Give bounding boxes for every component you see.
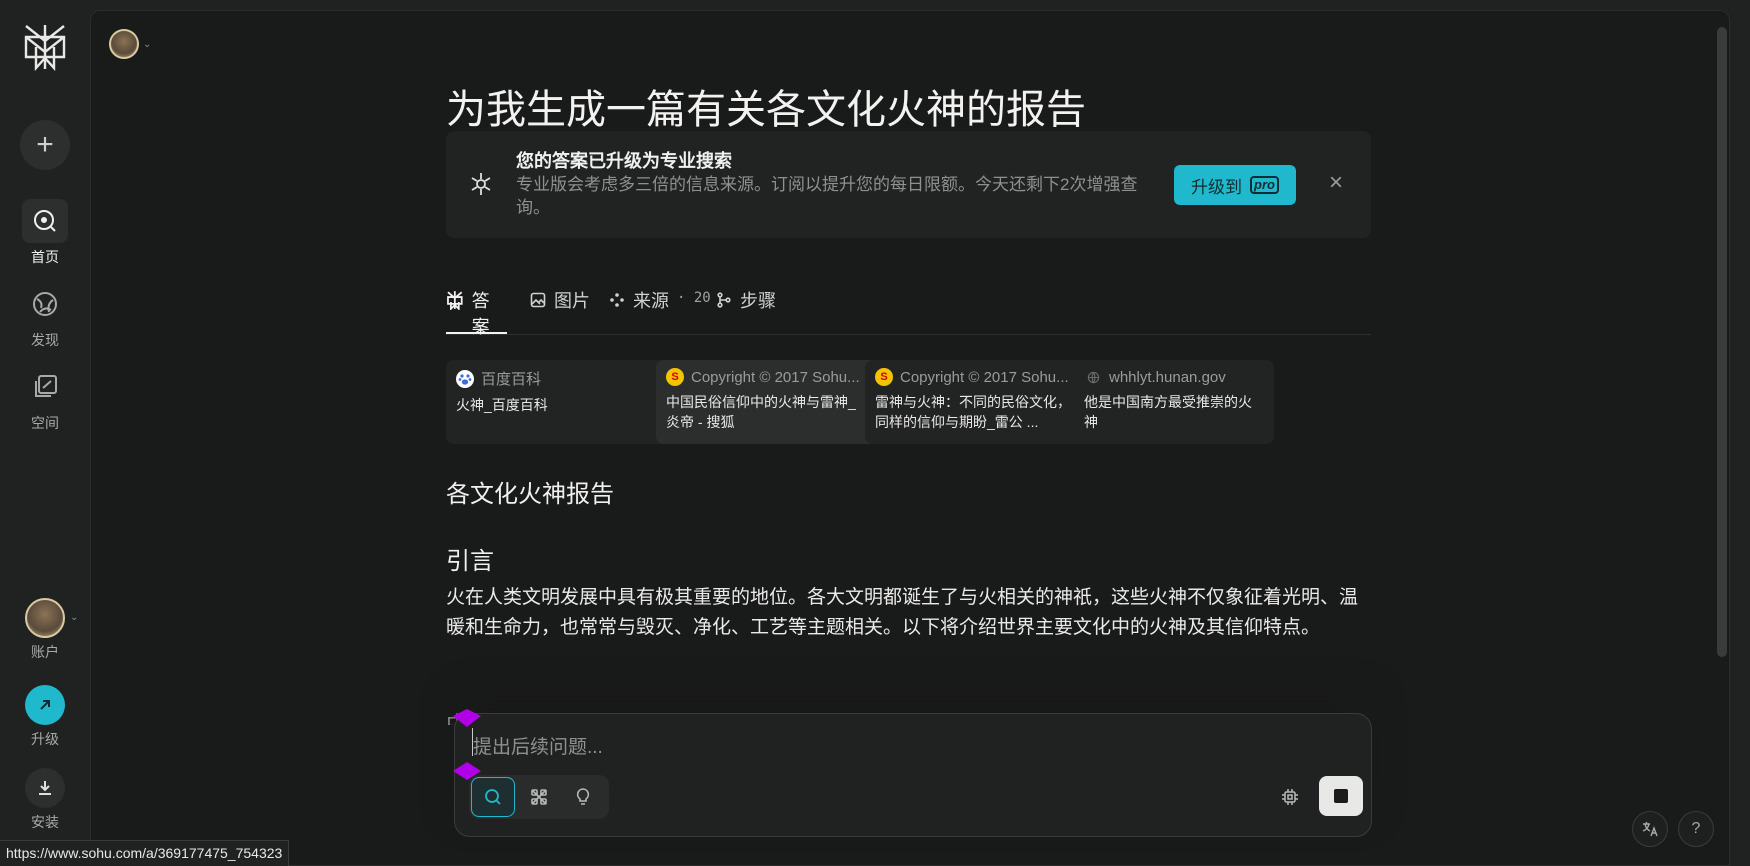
app-window: + 首页 发现 空间 账户 ⌄ 升级 安装 ⌄ 为我生成一篇有关各文化火神的报告… (0, 0, 1750, 866)
tab-label: 步骤 (740, 291, 776, 311)
stop-icon (1334, 789, 1348, 803)
source-card-baidu[interactable]: 百度百科 火神_百度百科 (446, 360, 669, 444)
search-icon (485, 789, 501, 805)
sidebar-item-spaces[interactable]: 空间 (0, 365, 90, 433)
steps-icon (717, 292, 731, 308)
status-bar-url: https://www.sohu.com/a/369177475_754323 (0, 840, 290, 866)
sidebar: + 首页 发现 空间 账户 ⌄ 升级 安装 (0, 0, 90, 866)
banner-title: 您的答案已升级为专业搜索 (516, 151, 732, 171)
avatar (25, 598, 65, 638)
pro-search-icon (471, 173, 491, 195)
intro-heading: 引言 (446, 548, 494, 575)
research-icon (531, 789, 547, 805)
globe-icon (1084, 368, 1102, 386)
translate-icon[interactable] (1632, 811, 1668, 847)
reasoning-mode-button[interactable] (561, 777, 605, 817)
close-icon[interactable]: × (1324, 171, 1348, 195)
sohu-icon: S (666, 368, 684, 386)
sources-icon (610, 293, 624, 307)
upgrade-to-pro-button[interactable]: 升级到 pro (1174, 165, 1296, 205)
upgrade-button-label: 升级到 (1191, 177, 1243, 197)
search-icon (22, 199, 68, 243)
intro-paragraph: 火在人类文明发展中具有极其重要的地位。各大文明都诞生了与火相关的神祇，这些火神不… (446, 587, 1359, 638)
result-tabs: 答案 图片 来源 · 20 步骤 (446, 279, 1371, 337)
sidebar-item-label: 发现 (31, 332, 59, 348)
chevron-down-icon[interactable]: ⌄ (70, 612, 78, 623)
sidebar-item-label: 首页 (31, 249, 59, 265)
source-title: 中国民俗信仰中的火神与雷神_炎帝 - 搜狐 (666, 394, 856, 430)
sidebar-item-label: 账户 (31, 644, 59, 660)
arrow-up-right-icon (25, 685, 65, 725)
search-mode-group (469, 775, 609, 819)
chevron-down-icon: ⌄ (143, 38, 152, 50)
tab-label: 图片 (554, 291, 590, 311)
pro-badge: pro (1250, 176, 1279, 194)
download-icon (25, 768, 65, 808)
spaces-icon (22, 365, 68, 409)
main-panel: ⌄ 为我生成一篇有关各文化火神的报告 您的答案已升级为专业搜索 专业版会考虑多三… (90, 10, 1730, 866)
page-title: 为我生成一篇有关各文化火神的报告 (446, 88, 1086, 132)
sidebar-item-discover[interactable]: 发现 (0, 282, 90, 350)
answer-icon (447, 291, 463, 310)
tab-images[interactable]: 图片 (530, 279, 590, 334)
tab-answer[interactable]: 答案 (446, 279, 507, 337)
source-title: 他是中国南方最受推崇的火神 (1084, 394, 1252, 430)
source-title: 火神_百度百科 (456, 397, 548, 413)
selection-handle-bottom[interactable] (452, 761, 482, 781)
image-icon (530, 292, 546, 308)
profile-menu[interactable]: ⌄ (109, 29, 151, 59)
source-card-hunan[interactable]: whhlyt.hunan.gov 他是中国南方最受推崇的火神 (1074, 360, 1274, 444)
source-card-sohu-2[interactable]: S Copyright © 2017 Sohu... 雷神与火神：不同的民俗文化… (865, 360, 1088, 444)
source-card-sohu-1[interactable]: S Copyright © 2017 Sohu... 中国民俗信仰中的火神与雷神… (656, 360, 879, 444)
tab-sources[interactable]: 来源 · 20 (609, 279, 711, 334)
globe-icon (22, 282, 68, 326)
help-button[interactable]: ? (1678, 811, 1714, 847)
sidebar-item-label: 空间 (31, 415, 59, 431)
search-mode-button[interactable] (471, 777, 515, 817)
avatar (109, 29, 139, 59)
sidebar-item-home[interactable]: 首页 (0, 199, 90, 267)
perplexity-logo-icon[interactable] (22, 22, 68, 72)
research-mode-button[interactable] (517, 777, 561, 817)
sohu-icon: S (875, 368, 893, 386)
source-site: Copyright © 2017 Sohu... (691, 368, 860, 386)
follow-up-composer: 提出后续问题... (454, 713, 1372, 837)
sources-count: · 20 (677, 290, 711, 306)
tab-label: 来源 (633, 291, 669, 311)
baidu-icon (456, 369, 474, 388)
source-title: 雷神与火神：不同的民俗文化，同样的信仰与期盼_雷公 ... (875, 394, 1071, 430)
source-site: whhlyt.hunan.gov (1109, 368, 1226, 386)
answer-heading: 各文化火神报告 (446, 481, 614, 508)
tab-label: 答案 (471, 291, 490, 337)
selection-handle-top[interactable] (452, 708, 482, 728)
sidebar-upgrade[interactable]: 升级 (0, 685, 90, 749)
banner-text: 专业版会考虑多三倍的信息来源。订阅以提升您的每日限额。今天还剩下2次增强查询。 (516, 175, 1138, 217)
pro-upgrade-banner: 您的答案已升级为专业搜索 专业版会考虑多三倍的信息来源。订阅以提升您的每日限额。… (446, 131, 1371, 238)
scrollbar[interactable] (1717, 27, 1727, 657)
model-chip-icon[interactable] (1277, 784, 1303, 810)
new-thread-button[interactable]: + (20, 120, 70, 170)
sidebar-item-label: 升级 (31, 731, 59, 747)
source-site: Copyright © 2017 Sohu... (900, 368, 1069, 386)
stop-button[interactable] (1319, 776, 1363, 816)
tab-steps[interactable]: 步骤 (716, 279, 776, 334)
lightbulb-icon (576, 788, 590, 805)
source-site: 百度百科 (481, 371, 542, 388)
follow-up-input[interactable]: 提出后续问题... (473, 732, 603, 759)
sidebar-account[interactable]: 账户 (0, 598, 90, 662)
sidebar-install[interactable]: 安装 (0, 768, 90, 832)
sidebar-item-label: 安装 (31, 814, 59, 830)
